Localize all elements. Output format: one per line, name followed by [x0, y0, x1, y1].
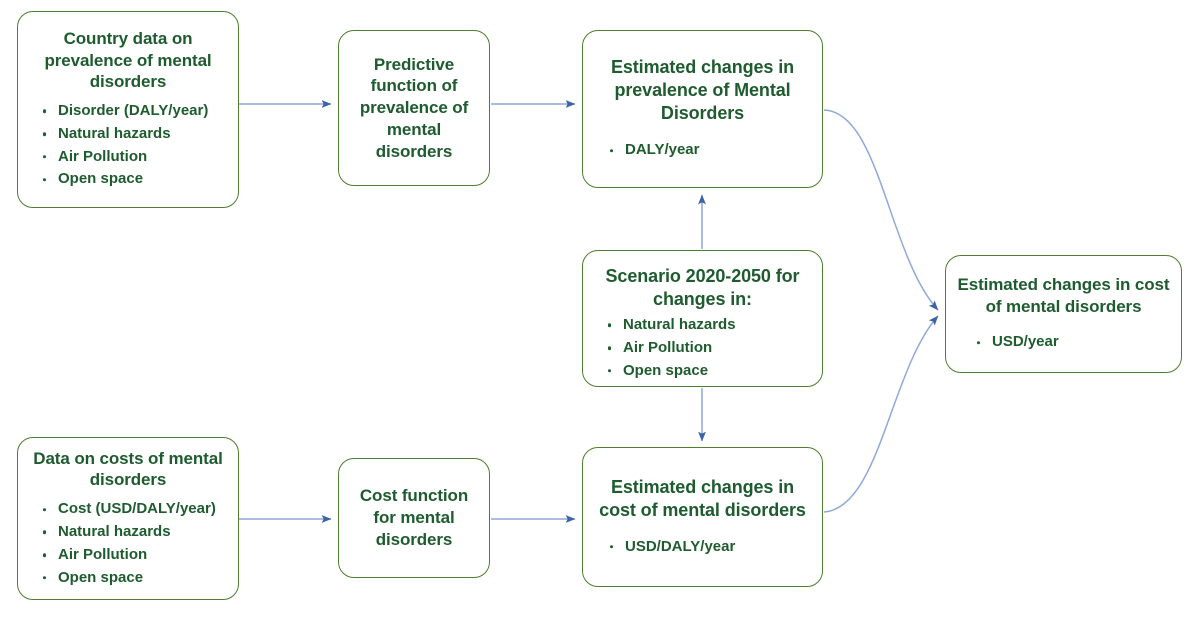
node-country-data[interactable]: Country data on prevalence of mental dis…	[17, 11, 239, 208]
node-country-data-title: Country data on prevalence of mental dis…	[44, 28, 212, 92]
list-item: DALY/year	[609, 139, 822, 162]
list-item: Disorder (DALY/year)	[42, 100, 238, 123]
node-cost-function[interactable]: Cost function for mental disorders	[338, 458, 490, 578]
list-item: Air Pollution	[42, 146, 238, 169]
node-estimated-cost-mid-title: Estimated changes in cost of mental diso…	[599, 476, 806, 520]
node-scenario-bullets: Natural hazards Air Pollution Open space	[583, 314, 822, 382]
node-estimated-prevalence-bullets: DALY/year	[583, 139, 822, 162]
flowchart-canvas: Country data on prevalence of mental dis…	[0, 0, 1200, 620]
node-cost-function-title: Cost function for mental disorders	[359, 486, 469, 549]
node-estimated-cost-final-bullets: USD/year	[946, 331, 1181, 354]
node-cost-data[interactable]: Data on costs of mental disorders Cost (…	[17, 437, 239, 600]
list-item: Open space	[42, 567, 238, 590]
edge-estimated-prevalence-to-estimated-cost-final	[823, 109, 939, 311]
list-item: Open space	[607, 360, 822, 383]
node-scenario[interactable]: Scenario 2020-2050 for changes in: Natur…	[582, 250, 823, 387]
list-item: USD/DALY/year	[609, 536, 822, 559]
node-estimated-prevalence[interactable]: Estimated changes in prevalence of Menta…	[582, 30, 823, 188]
list-item: Natural hazards	[607, 314, 822, 337]
node-estimated-prevalence-title: Estimated changes in prevalence of Menta…	[610, 57, 795, 124]
edge-estimated-cost-mid-to-estimated-cost-final	[823, 315, 939, 513]
node-estimated-cost-final-title: Estimated changes in cost of mental diso…	[957, 274, 1170, 316]
list-item: Air Pollution	[42, 544, 238, 567]
list-item: Cost (USD/DALY/year)	[42, 498, 238, 521]
list-item: USD/year	[976, 331, 1181, 354]
node-predictive-function-title: Predictive function of prevalence of men…	[359, 54, 469, 161]
node-estimated-cost-mid-bullets: USD/DALY/year	[583, 536, 822, 559]
node-cost-data-title: Data on costs of mental disorders	[33, 448, 223, 490]
node-country-data-bullets: Disorder (DALY/year) Natural hazards Air…	[18, 100, 238, 191]
list-item: Open space	[42, 168, 238, 191]
list-item: Natural hazards	[42, 521, 238, 544]
node-estimated-cost-mid[interactable]: Estimated changes in cost of mental diso…	[582, 447, 823, 587]
node-estimated-cost-final[interactable]: Estimated changes in cost of mental diso…	[945, 255, 1182, 373]
node-cost-data-bullets: Cost (USD/DALY/year) Natural hazards Air…	[18, 498, 238, 589]
list-item: Air Pollution	[607, 337, 822, 360]
node-scenario-title: Scenario 2020-2050 for changes in:	[605, 266, 800, 310]
list-item: Natural hazards	[42, 123, 238, 146]
node-predictive-function[interactable]: Predictive function of prevalence of men…	[338, 30, 490, 186]
